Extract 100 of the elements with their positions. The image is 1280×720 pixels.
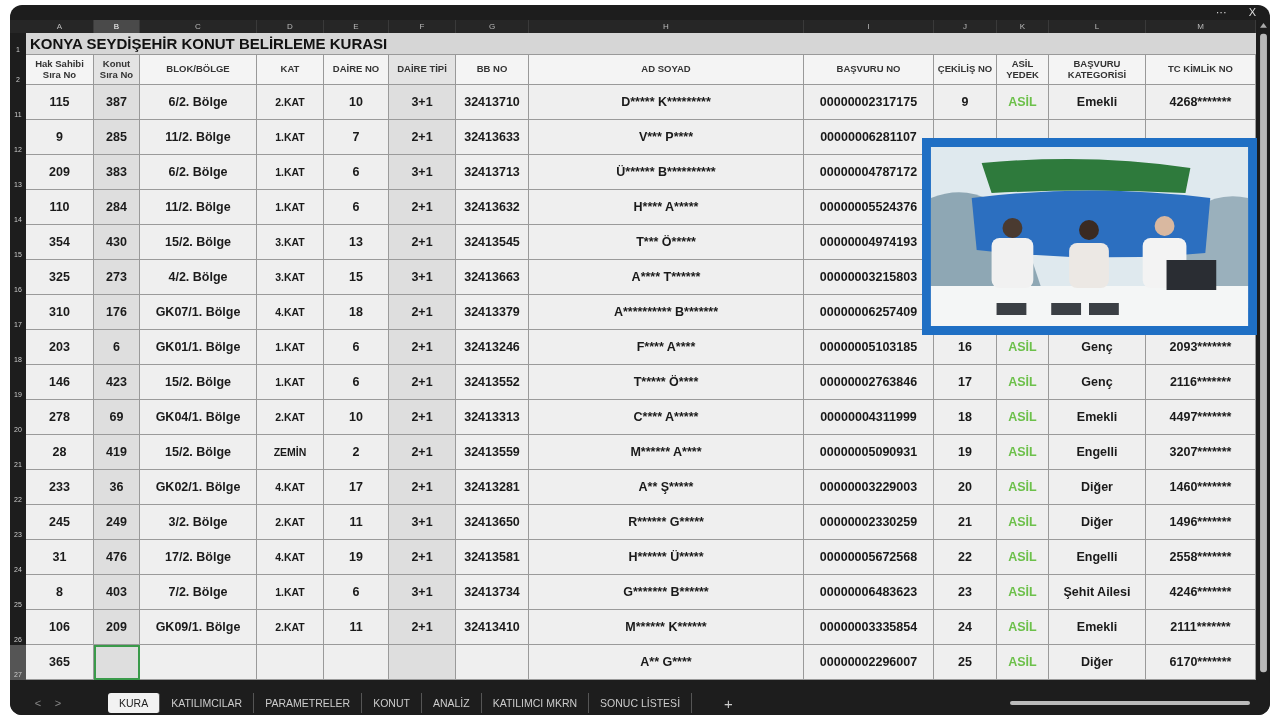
table-cell: A********** B******* xyxy=(529,295,804,330)
table-cell: 203 xyxy=(26,330,94,365)
table-cell: 249 xyxy=(94,505,140,540)
table-cell: 2+1 xyxy=(389,365,456,400)
table-cell: 32413379 xyxy=(456,295,529,330)
table-cell: 32413650 xyxy=(456,505,529,540)
table-cell: 233 xyxy=(26,470,94,505)
table-cell: 32413313 xyxy=(456,400,529,435)
table-cell: H**** A***** xyxy=(529,190,804,225)
column-header: DAİRE NO xyxy=(324,55,389,85)
table-cell: ZEMİN xyxy=(257,435,324,470)
table-cell: 9 xyxy=(934,85,997,120)
table-cell: 6 xyxy=(324,155,389,190)
table-cell: 17 xyxy=(934,365,997,400)
table-cell: C**** A***** xyxy=(529,400,804,435)
table-cell: 423 xyxy=(94,365,140,400)
column-letter[interactable]: C xyxy=(140,20,257,33)
table-cell: 1460******* xyxy=(1146,470,1256,505)
column-header: ASİL YEDEK xyxy=(997,55,1049,85)
column-letter[interactable]: H xyxy=(529,20,804,33)
table-cell: 15 xyxy=(324,260,389,295)
table-cell: 11 xyxy=(324,505,389,540)
table-cell: 32413246 xyxy=(456,330,529,365)
table-cell: R****** G***** xyxy=(529,505,804,540)
column-letter[interactable]: A xyxy=(26,20,94,33)
table-cell: 2.KAT xyxy=(257,610,324,645)
column-header: DAİRE TİPİ xyxy=(389,55,456,85)
column-header: AD SOYAD xyxy=(529,55,804,85)
table-cell: 3.KAT xyxy=(257,225,324,260)
add-sheet-button[interactable]: + xyxy=(718,694,739,712)
table-cell: 32413633 xyxy=(456,120,529,155)
sheet-tab[interactable]: KATILIMCI MKRN xyxy=(481,693,590,713)
table-cell: 32413710 xyxy=(456,85,529,120)
table-cell: 10 xyxy=(324,85,389,120)
table-cell: M****** K****** xyxy=(529,610,804,645)
table-cell: 20 xyxy=(934,470,997,505)
table-cell: 209 xyxy=(94,610,140,645)
table-cell: Diğer xyxy=(1049,505,1146,540)
table-cell: 2111******* xyxy=(1146,610,1256,645)
sheet-tab[interactable]: SONUC LİSTESİ xyxy=(589,693,693,713)
table-cell: 23 xyxy=(934,575,997,610)
table-cell: 7 xyxy=(324,120,389,155)
table-cell: D***** K********* xyxy=(529,85,804,120)
table-cell: 3+1 xyxy=(389,505,456,540)
column-letter[interactable]: F xyxy=(389,20,456,33)
table-cell: 00000005103185 xyxy=(804,330,934,365)
table-cell: ASİL xyxy=(997,540,1049,575)
sheet-tab[interactable]: PARAMETRELER xyxy=(254,693,363,713)
table-cell: 310 xyxy=(26,295,94,330)
table-cell: 11/2. Bölge xyxy=(140,120,257,155)
column-letter[interactable]: L xyxy=(1049,20,1146,33)
column-letter[interactable]: G xyxy=(456,20,529,33)
sheet-tab[interactable]: KONUT xyxy=(362,693,422,713)
column-letter[interactable]: B xyxy=(94,20,140,33)
column-header: BB NO xyxy=(456,55,529,85)
table-cell: 00000002296007 xyxy=(804,645,934,680)
column-letter[interactable]: E xyxy=(324,20,389,33)
table-cell: 6/2. Bölge xyxy=(140,155,257,190)
table-cell: 146 xyxy=(26,365,94,400)
table-cell: 6 xyxy=(324,575,389,610)
table-cell: 3/2. Bölge xyxy=(140,505,257,540)
sheet-tab[interactable]: KATILIMCILAR xyxy=(160,693,255,713)
next-sheet-button[interactable]: > xyxy=(48,697,68,709)
table-cell: 273 xyxy=(94,260,140,295)
table-cell: 32413559 xyxy=(456,435,529,470)
table-cell: V*** P**** xyxy=(529,120,804,155)
table-cell: GK04/1. Bölge xyxy=(140,400,257,435)
column-letter[interactable]: I xyxy=(804,20,934,33)
table-cell: 365 xyxy=(26,645,94,680)
more-menu[interactable]: ··· xyxy=(1215,5,1227,20)
table-cell: 284 xyxy=(94,190,140,225)
column-letter[interactable]: D xyxy=(257,20,324,33)
column-header: KAT xyxy=(257,55,324,85)
table-cell: 2 xyxy=(324,435,389,470)
table-cell: 9 xyxy=(26,120,94,155)
column-letter[interactable]: M xyxy=(1146,20,1256,33)
table-cell: 2+1 xyxy=(389,540,456,575)
previous-sheet-button[interactable]: < xyxy=(28,697,48,709)
sheet-tab[interactable]: ANALİZ xyxy=(421,693,482,713)
column-letter[interactable]: J xyxy=(934,20,997,33)
table-cell: 476 xyxy=(94,540,140,575)
table-cell: 13 xyxy=(324,225,389,260)
table-cell: 2116******* xyxy=(1146,365,1256,400)
table-cell: 10 xyxy=(324,400,389,435)
table-cell: 21 xyxy=(934,505,997,540)
table-cell: 18 xyxy=(324,295,389,330)
table-cell: 2+1 xyxy=(389,330,456,365)
table-cell: 22 xyxy=(934,540,997,575)
table-cell: 00000002330259 xyxy=(804,505,934,540)
table-cell xyxy=(324,645,389,680)
column-letter[interactable]: K xyxy=(997,20,1049,33)
column-header: TC KİMLİK NO xyxy=(1146,55,1256,85)
sheet-tab[interactable]: KURA xyxy=(108,693,161,713)
table-cell: 8 xyxy=(26,575,94,610)
table-cell: 6 xyxy=(94,330,140,365)
close-button[interactable]: X xyxy=(1248,5,1256,20)
table-cell: 1.KAT xyxy=(257,365,324,400)
table-cell: 383 xyxy=(94,155,140,190)
table-cell: ASİL xyxy=(997,575,1049,610)
table-cell: Diğer xyxy=(1049,470,1146,505)
